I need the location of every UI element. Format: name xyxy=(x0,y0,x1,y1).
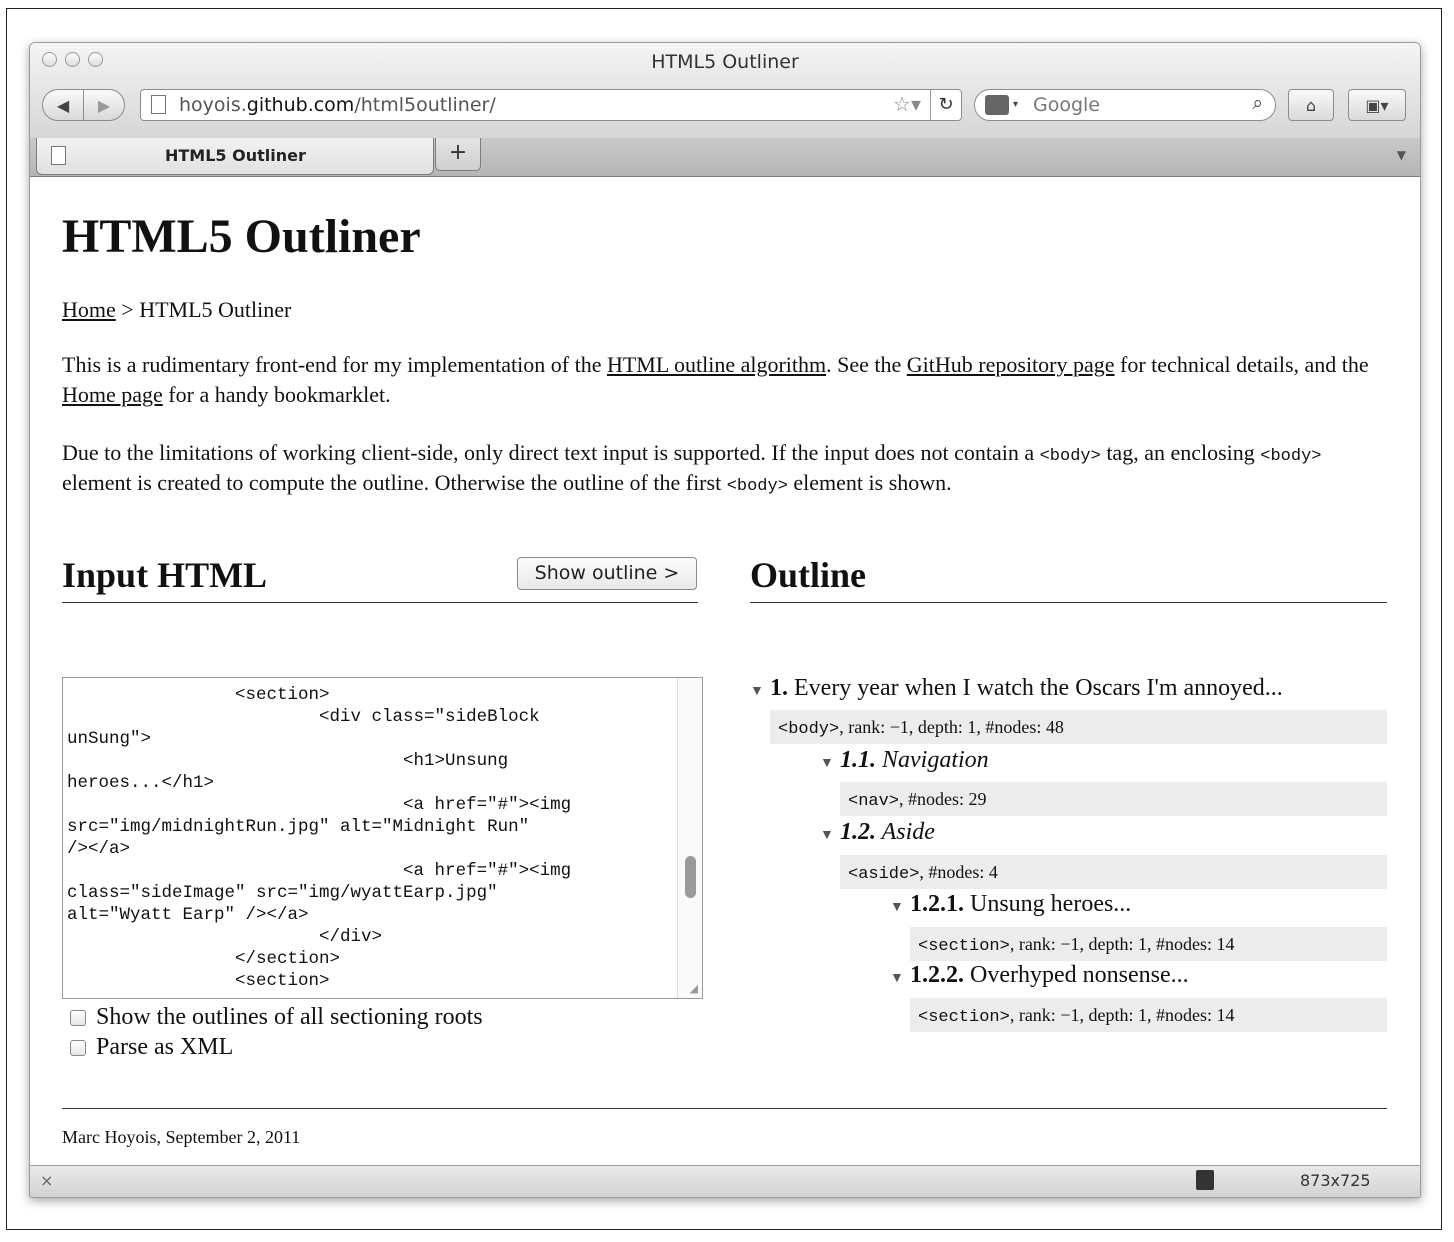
close-status-icon[interactable]: × xyxy=(40,1171,53,1190)
footer-credit: Marc Hoyois, September 2, 2011 xyxy=(62,1127,301,1147)
checkbox-box[interactable] xyxy=(70,1009,86,1026)
outline-meta-1: <body>, rank: −1, depth: 1, #nodes: 48 xyxy=(770,710,1387,744)
tab-bar: HTML5 Outliner + ▼ xyxy=(30,138,1420,177)
tab-html5-outliner[interactable]: HTML5 Outliner xyxy=(36,138,434,175)
search-bar[interactable]: ▾ Google ⌕ xyxy=(974,89,1276,121)
extension-icon[interactable] xyxy=(1196,1170,1214,1190)
url-text[interactable]: hoyois.github.com/html5outliner/ xyxy=(179,94,496,116)
outline-item-1-2-1[interactable]: ▼ 1.2.1. Unsung heroes... xyxy=(890,891,1131,918)
disclosure-triangle-icon[interactable]: ▼ xyxy=(750,684,770,700)
page-title: HTML5 Outliner xyxy=(62,210,421,263)
outline-heading-rule xyxy=(750,602,1387,603)
intro-paragraph: This is a rudimentary front-end for my i… xyxy=(62,352,1369,407)
disclosure-triangle-icon[interactable]: ▼ xyxy=(820,828,840,844)
home-icon: ⌂ xyxy=(1305,95,1317,115)
tab-label: HTML5 Outliner xyxy=(165,146,306,165)
parse-as-xml-checkbox[interactable]: Parse as XML xyxy=(70,1034,233,1061)
note-paragraph: Due to the limitations of working client… xyxy=(62,440,1322,496)
outline-item-1-2[interactable]: ▼ 1.2. Aside xyxy=(820,819,935,846)
outline-meta-1-2: <aside>, #nodes: 4 xyxy=(840,855,1387,889)
reload-icon[interactable]: ↻ xyxy=(930,90,961,120)
page-content: HTML5 Outliner Home > HTML5 Outliner Thi… xyxy=(30,177,1420,1165)
page-icon xyxy=(151,95,166,114)
browser-window: HTML5 Outliner ◀ ▶ hoyois.github.com/htm… xyxy=(29,42,1421,1198)
html-input-textarea[interactable]: <section> <div class="sideBlock unSung">… xyxy=(62,677,703,999)
disclosure-triangle-icon[interactable]: ▼ xyxy=(820,756,840,772)
input-html-heading: Input HTML xyxy=(62,555,268,595)
window-title: HTML5 Outliner xyxy=(651,51,799,73)
outline-item-1-2-2[interactable]: ▼ 1.2.2. Overhyped nonsense... xyxy=(890,962,1189,989)
tab-list-icon[interactable]: ▼ xyxy=(1397,148,1406,162)
chevron-down-icon: ▾ xyxy=(1013,99,1019,110)
outline-heading: Outline xyxy=(750,555,867,595)
home-button[interactable]: ⌂ xyxy=(1288,89,1334,121)
search-engine-icon[interactable] xyxy=(985,95,1009,115)
forward-button[interactable]: ▶ xyxy=(83,89,125,121)
github-repository-link[interactable]: GitHub repository page xyxy=(907,352,1115,377)
checkbox-box[interactable] xyxy=(70,1039,86,1056)
forward-arrow-icon: ▶ xyxy=(97,95,111,115)
outline-meta-1-1: <nav>, #nodes: 29 xyxy=(840,782,1387,816)
show-outline-button[interactable]: Show outline > xyxy=(517,557,697,590)
home-page-link[interactable]: Home page xyxy=(62,382,163,407)
html-input-code[interactable]: <section> <div class="sideBlock unSung">… xyxy=(63,678,702,992)
back-button[interactable]: ◀ xyxy=(42,89,84,121)
footer-rule xyxy=(62,1108,1387,1109)
status-bar: × 873x725 xyxy=(30,1165,1420,1197)
bookmarks-menu-button[interactable]: ▣▾ xyxy=(1348,89,1406,121)
input-heading-rule xyxy=(62,602,698,603)
bookmarks-icon: ▣▾ xyxy=(1365,95,1389,115)
bookmark-star-icon[interactable]: ☆▾ xyxy=(893,92,921,116)
search-icon: ⌕ xyxy=(1252,92,1263,114)
breadcrumb-current: HTML5 Outliner xyxy=(139,297,292,322)
resize-grip-icon[interactable]: ◢ xyxy=(690,982,698,995)
scrollbar-thumb[interactable] xyxy=(685,856,696,898)
outline-meta-1-2-1: <section>, rank: −1, depth: 1, #nodes: 1… xyxy=(910,927,1387,961)
disclosure-triangle-icon[interactable]: ▼ xyxy=(890,900,910,916)
outline-algorithm-link[interactable]: HTML outline algorithm xyxy=(607,352,826,377)
search-input[interactable]: Google xyxy=(1033,94,1100,116)
outline-item-1-1[interactable]: ▼ 1.1. Navigation xyxy=(820,747,989,774)
back-arrow-icon: ◀ xyxy=(56,95,70,115)
page-icon xyxy=(51,146,66,165)
new-tab-button[interactable]: + xyxy=(435,138,481,171)
breadcrumb: Home > HTML5 Outliner xyxy=(62,297,292,322)
outline-meta-1-2-2: <section>, rank: −1, depth: 1, #nodes: 1… xyxy=(910,998,1387,1032)
url-bar[interactable]: hoyois.github.com/html5outliner/ ☆▾ ↻ xyxy=(140,89,962,121)
outline-item-1[interactable]: ▼ 1. Every year when I watch the Oscars I… xyxy=(750,675,1283,702)
textarea-scrollbar[interactable] xyxy=(677,678,702,998)
show-all-roots-checkbox[interactable]: Show the outlines of all sectioning root… xyxy=(70,1004,483,1031)
disclosure-triangle-icon[interactable]: ▼ xyxy=(890,971,910,987)
viewport-size: 873x725 xyxy=(1300,1171,1371,1190)
breadcrumb-home-link[interactable]: Home xyxy=(62,297,116,322)
titlebar: HTML5 Outliner ◀ ▶ hoyois.github.com/htm… xyxy=(30,43,1420,139)
